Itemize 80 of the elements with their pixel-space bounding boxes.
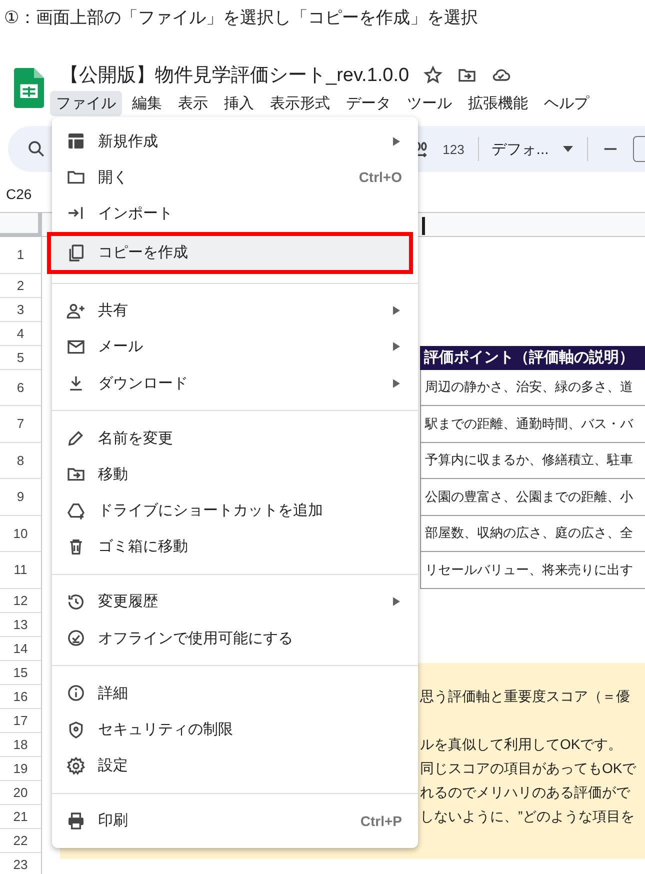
row-number: 8 (0, 442, 42, 479)
row-number: 21 (0, 804, 42, 828)
name-box[interactable]: C26 (6, 186, 32, 202)
shortcut-text: Ctrl+O (358, 169, 402, 186)
column-resize-handle[interactable] (422, 217, 425, 235)
row-number: 4 (0, 322, 42, 346)
note-text: しないように、”どのような項目を (420, 808, 635, 826)
menu-item[interactable]: ダウンロード (52, 364, 418, 402)
note-text: ルを真似して利用してOKです。 (420, 736, 622, 754)
row-number: 20 (0, 780, 42, 804)
font-dropdown[interactable]: デフォ... (491, 140, 573, 158)
pencil-icon (66, 428, 86, 448)
row-number: 19 (0, 756, 42, 780)
menu-bar-item[interactable]: 表示形式 (264, 90, 336, 116)
table-cell: 駅までの距離、通勤時間、バス・バ (420, 406, 645, 442)
menu-item[interactable]: 移動 (52, 456, 418, 492)
row-number: 22 (0, 828, 42, 852)
row-number: 2 (0, 274, 42, 298)
table-cell: 周辺の静かさ、治安、緑の多さ、道 (420, 370, 645, 406)
check-circle-icon (66, 628, 86, 648)
menu-item[interactable]: ゴミ箱に移動 (52, 528, 418, 565)
table-cell: 部屋数、収納の広さ、庭の広さ、全 (420, 516, 645, 552)
menu-item[interactable]: オフラインで使用可能にする (52, 620, 418, 656)
row-number: 3 (0, 298, 42, 322)
row-number: 15 (0, 660, 42, 684)
menu-item[interactable]: 印刷 Ctrl+P (52, 802, 418, 839)
history-icon (66, 592, 86, 612)
table-header-cell: 評価ポイント（評価軸の説明） (420, 346, 645, 370)
row-number: 14 (0, 636, 42, 660)
row-number: 5 (0, 346, 42, 370)
info-icon (66, 683, 86, 704)
drive-plus-icon (66, 500, 86, 521)
table-cell: 公園の豊富さ、公園までの距離、小 (420, 479, 645, 516)
document-title[interactable]: 【公開版】物件見学評価シート_rev.1.0.0 (60, 62, 410, 88)
menu-bar-item[interactable]: ヘルプ (538, 90, 595, 116)
row-number: 11 (0, 552, 42, 588)
menu-bar-item[interactable]: 拡張機能 (462, 90, 534, 116)
spreadsheet-logo-icon[interactable] (14, 68, 44, 108)
row-number: 16 (0, 684, 42, 708)
row-number: 13 (0, 612, 42, 636)
settings-icon (66, 756, 86, 776)
font-size-field[interactable] (632, 136, 645, 162)
menu-bar-item[interactable]: ツール (401, 90, 458, 116)
table-cell: 予算内に収まるか、修繕積立、駐車 (420, 442, 645, 479)
menu-item[interactable]: 変更履歴 (52, 584, 418, 620)
menu-item[interactable]: インポート (52, 195, 418, 232)
table-cell: リセールバリュー、将来売りに出す (420, 552, 645, 588)
menu-bar-item[interactable]: ファイル (50, 90, 122, 116)
row-number: 10 (0, 516, 42, 552)
row-number: 1 (0, 237, 42, 274)
menu-item[interactable]: ドライブにショートカットを追加 (52, 492, 418, 529)
row-number: 7 (0, 406, 42, 442)
note-text: 思う評価軸と重要度スコア（＝優 (420, 688, 630, 706)
menu-bar-item[interactable]: 挿入 (218, 90, 260, 116)
menu-item[interactable]: 詳細 (52, 675, 418, 712)
menu-bar-item[interactable]: データ (340, 90, 397, 116)
menu-item[interactable]: 共有 (52, 292, 418, 329)
row-number: 23 (0, 852, 42, 874)
printer-icon (66, 810, 86, 831)
row-number: 6 (0, 370, 42, 406)
menu-item[interactable]: 新規作成 (52, 123, 418, 160)
row-number: 18 (0, 732, 42, 756)
row-number: 9 (0, 479, 42, 516)
caption-text: ①：画面上部の「ファイル」を選択し「コピーを作成」を選択 (3, 7, 480, 29)
menu-bar-item[interactable]: 編集 (126, 90, 168, 116)
shortcut-text: Ctrl+P (360, 812, 402, 829)
note-text: 同じスコアの項目があってもOKで (420, 760, 636, 778)
menu-item[interactable]: セキュリティの制限 (52, 711, 418, 748)
number-format-button[interactable]: 123 (442, 142, 464, 156)
menu-item[interactable]: 開く Ctrl+O (52, 159, 418, 196)
star-icon[interactable] (423, 65, 444, 85)
menu-item[interactable]: コピーを作成 (51, 236, 409, 270)
note-text: れるのでメリハリのある評価がで (420, 784, 630, 802)
caret-icon (562, 146, 573, 152)
row-number: 17 (0, 708, 42, 732)
menu-item[interactable]: 設定 (52, 748, 418, 784)
row-number: 12 (0, 588, 42, 612)
menu-item[interactable]: 名前を変更 (52, 420, 418, 456)
menu-bar-item[interactable]: 表示 (172, 90, 214, 116)
menu-item[interactable]: メール (52, 328, 418, 365)
